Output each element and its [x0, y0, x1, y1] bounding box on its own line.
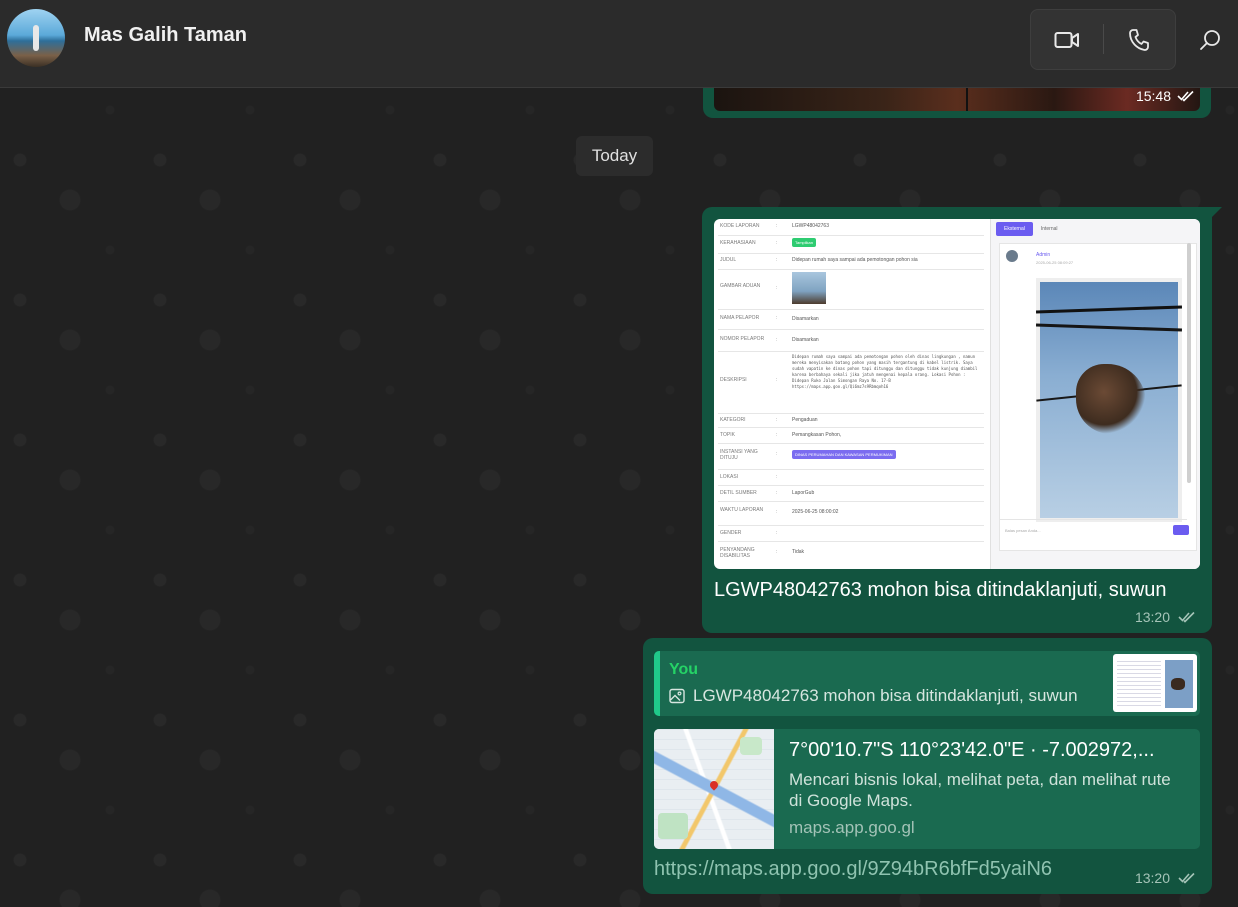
report-chat-box: Admin 2025-06-25 08:09:27: [999, 243, 1197, 551]
quote-text-row: LGWP48042763 mohon bisa ditindaklanjuti,…: [669, 686, 1078, 706]
form-row: TOPIK: Pemangkasan Pohon,: [718, 427, 984, 444]
report-form-panel: KODE LAPORAN: LGWP48042763 KERAHASIAAN: …: [714, 219, 988, 569]
image-icon: [669, 688, 685, 704]
video-call-button[interactable]: [1031, 10, 1103, 69]
form-row: GENDER:: [718, 525, 984, 542]
form-row: KERAHASIAAN: Tampilkan: [718, 235, 984, 254]
message-time: 13:20: [1134, 870, 1170, 886]
admin-time: 2025-06-25 08:09:27: [1036, 260, 1074, 265]
form-row: KODE LAPORAN: LGWP48042763: [718, 221, 984, 236]
report-tabs: Eksternal Internal: [996, 222, 1060, 236]
form-row: NOMOR PELAPOR: Disamarkan: [718, 329, 984, 352]
message-meta: 13:20: [1135, 609, 1196, 625]
tab-internal: Internal: [1040, 226, 1058, 232]
date-separator: Today: [576, 136, 653, 176]
admin-avatar: [1006, 250, 1018, 262]
map-thumbnail[interactable]: [654, 729, 774, 849]
contact-avatar[interactable]: [7, 9, 65, 67]
form-row: JUDUL: Didepan rumah saya sampai ada pem…: [718, 253, 984, 270]
report-chat-panel: Eksternal Internal Admin 2025-06-25 08:0…: [990, 219, 1200, 569]
admin-name: Admin: [1036, 252, 1051, 258]
message-bubble-image[interactable]: KODE LAPORAN: LGWP48042763 KERAHASIAAN: …: [702, 207, 1222, 633]
report-thumbnail[interactable]: [792, 272, 826, 304]
voice-call-button[interactable]: [1103, 10, 1175, 69]
chat-header: Mas Galih Taman: [0, 0, 1238, 88]
message-time: 15:48: [1135, 88, 1171, 104]
quoted-message[interactable]: You LGWP48042763 mohon bisa ditindaklanj…: [654, 651, 1200, 716]
search-button[interactable]: [1192, 22, 1228, 58]
phone-icon: [1129, 28, 1149, 51]
double-check-icon: [1178, 611, 1195, 623]
video-camera-icon: [1054, 31, 1079, 48]
link-preview-domain: maps.app.goo.gl: [789, 818, 915, 837]
message-screenshot-image[interactable]: KODE LAPORAN: LGWP48042763 KERAHASIAAN: …: [714, 219, 1200, 569]
message-time: 13:20: [1134, 609, 1170, 625]
form-row: DETIL SUMBER: LaporGub: [718, 485, 984, 502]
call-buttons-group: [1030, 9, 1176, 70]
form-row: NAMA PELAPOR: Disamarkan: [718, 309, 984, 330]
form-row: PENYANDANG DISABILITAS: Tidak: [720, 547, 805, 559]
form-row: KATEGORI: Pengaduan: [718, 413, 984, 428]
admin-photo: [1035, 278, 1183, 522]
link-preview-description: Mencari bisnis lokal, melihat peta, dan …: [789, 770, 1171, 810]
form-row: DESKRIPSI: Didepan rumah saya sampai ada…: [718, 351, 984, 414]
report-send-icon: [1173, 525, 1189, 535]
message-meta: 13:20: [1135, 870, 1196, 886]
quote-author: You: [669, 661, 699, 678]
form-row: GAMBAR ADUAN:: [718, 269, 984, 310]
tab-eksternal: Eksternal: [996, 222, 1033, 236]
message-bubble-link[interactable]: You LGWP48042763 mohon bisa ditindaklanj…: [643, 638, 1212, 894]
link-preview-card[interactable]: 7°00'10.7"S 110°23'42.0"E · -7.002972,..…: [654, 729, 1200, 849]
quote-accent-bar: [654, 651, 660, 716]
report-scrollbar: [1187, 243, 1191, 483]
report-reply-placeholder: Balas pesan Anda...: [1005, 528, 1041, 533]
form-row: INSTANSI YANG DITUJU: DINAS PERUMAHAN DA…: [718, 443, 984, 470]
message-meta: 15:48: [1136, 88, 1195, 104]
message-link[interactable]: https://maps.app.goo.gl/9Z94bR6bfFd5yaiN…: [654, 858, 1052, 881]
double-check-icon: [1178, 872, 1195, 884]
link-preview-title: 7°00'10.7"S 110°23'42.0"E · -7.002972,..…: [789, 739, 1155, 761]
search-icon: [1200, 30, 1220, 50]
quote-text: LGWP48042763 mohon bisa ditindaklanjuti,…: [693, 686, 1078, 705]
contact-name[interactable]: Mas Galih Taman: [84, 24, 247, 47]
quote-thumbnail: [1113, 654, 1197, 712]
double-check-icon: [1177, 90, 1194, 102]
message-caption: LGWP48042763 mohon bisa ditindaklanjuti,…: [714, 579, 1167, 601]
map-pin-icon: [708, 779, 720, 791]
form-row: WAKTU LAPORAN: 2025-06-25 08:00:02: [718, 501, 984, 526]
form-row: LOKASI:: [718, 469, 984, 486]
